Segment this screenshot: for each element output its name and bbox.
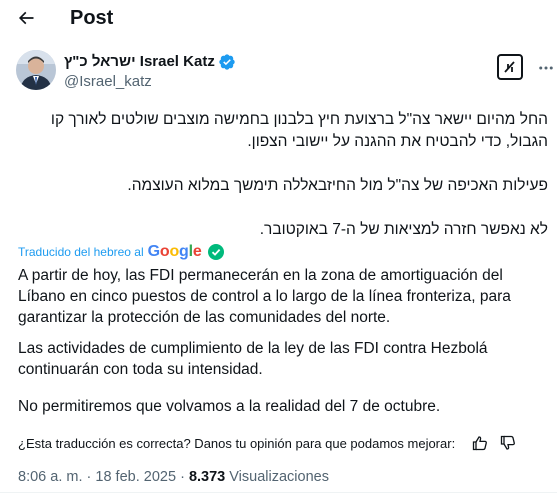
translation-label: Traducido del hebreo al <box>18 245 144 259</box>
author-name-text: ישראל כ"ץ Israel Katz <box>64 53 215 70</box>
post-text-he-3: לא נאפשר חזרה למציאות של ה-7 באוקטובר. <box>259 221 548 238</box>
author-name[interactable]: ישראל כ"ץ Israel Katz <box>64 52 236 72</box>
post-text-es-1: A partir de hoy, las FDI permanecerán en… <box>18 267 511 326</box>
translation-attribution[interactable]: Traducido del hebreo al Google <box>18 243 224 261</box>
post-header: ישראל כ"ץ Israel Katz @Israel_katz <box>16 50 553 94</box>
more-button[interactable] <box>534 56 557 80</box>
verified-badge-icon <box>219 54 235 70</box>
thumbs-down-button[interactable] <box>497 432 519 454</box>
back-button[interactable] <box>12 4 40 32</box>
translation-feedback: ¿Esta traducción es correcta? Danos tu o… <box>18 432 543 454</box>
author-handle[interactable]: @Israel_katz <box>64 72 152 92</box>
thumbs-up-button[interactable] <box>469 432 491 454</box>
grok-icon <box>504 61 515 73</box>
avatar[interactable] <box>16 50 56 90</box>
thumbs-up-icon <box>473 436 488 451</box>
post-meta: 8:06 a. m. · 18 feb. 2025 · 8.373 Visual… <box>18 467 329 487</box>
post-text-he-2: פעילות האכיפה של צה"ל מול החיזבאללה תימש… <box>127 177 548 194</box>
post-text-es-3: No permitiremos que volvamos a la realid… <box>18 398 441 415</box>
views-label: Visualizaciones <box>229 469 329 485</box>
post-text-he-1: החל מהיום יישאר צה"ל ברצועת חיץ בלבנון ב… <box>50 111 548 150</box>
post-date[interactable]: 18 feb. 2025 <box>95 469 176 485</box>
feedback-question: ¿Esta traducción es correcta? Danos tu o… <box>18 435 456 451</box>
check-circle-icon <box>207 244 224 260</box>
post-time[interactable]: 8:06 a. m. <box>18 469 82 485</box>
page-title: Post <box>70 7 114 29</box>
more-icon <box>539 66 553 70</box>
meta-separator: · <box>86 469 92 485</box>
views-count: 8.373 <box>188 469 226 485</box>
grok-button[interactable] <box>497 54 523 80</box>
top-bar: Post <box>0 0 557 36</box>
avatar-image <box>16 50 56 90</box>
google-logo: Google <box>147 243 202 260</box>
meta-separator-2: · <box>180 469 185 485</box>
post-text-es-2: Las actividades de cumplimiento de la le… <box>18 340 488 378</box>
thumbs-down-icon <box>501 435 516 450</box>
arrow-left-icon <box>18 11 34 25</box>
